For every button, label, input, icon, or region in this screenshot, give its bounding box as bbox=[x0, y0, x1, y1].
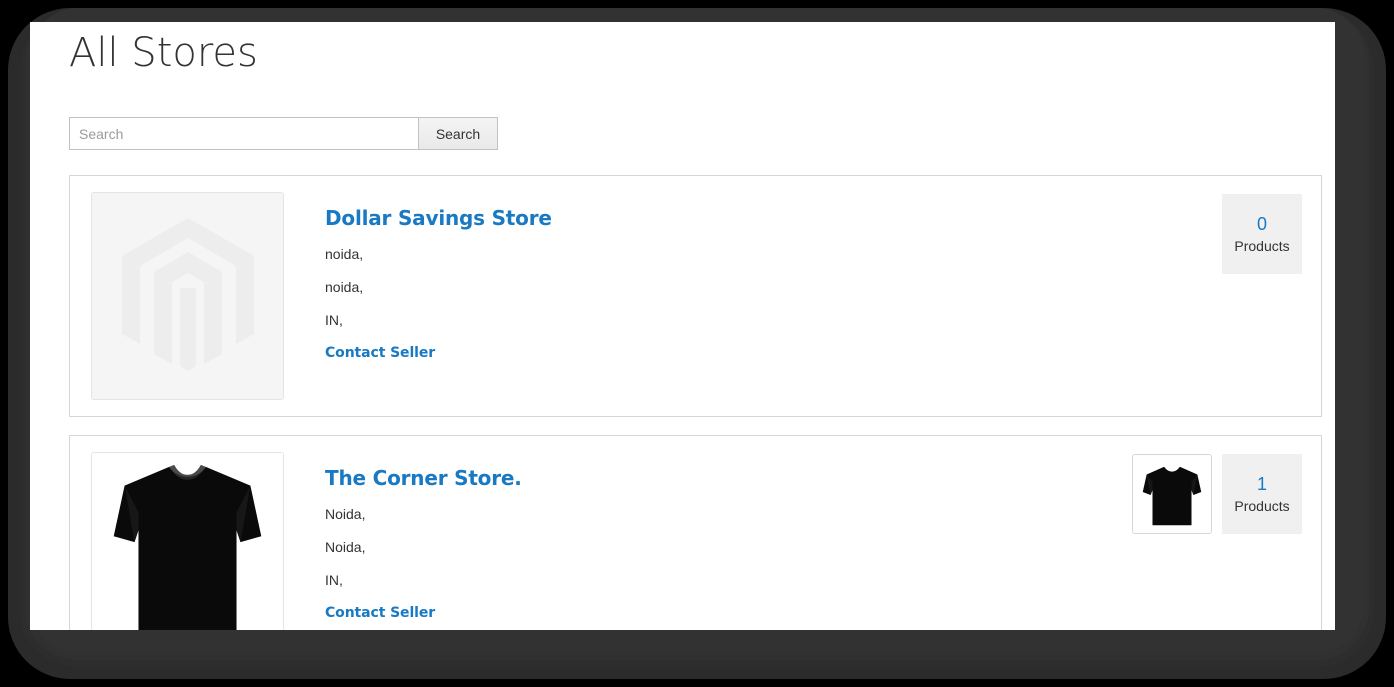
store-name-link[interactable]: Dollar Savings Store bbox=[325, 206, 552, 230]
black-tshirt-icon bbox=[92, 453, 283, 630]
store-summary: 0 Products bbox=[1222, 192, 1321, 274]
store-details: Dollar Savings Store noida, noida, IN, C… bbox=[284, 192, 1222, 362]
browser-viewport: All Stores Search Search Dollar Savings … bbox=[30, 22, 1335, 630]
store-address-line: IN, bbox=[325, 572, 343, 588]
store-logo bbox=[91, 452, 284, 630]
store-search-form: Search bbox=[69, 117, 498, 150]
search-input[interactable] bbox=[69, 117, 418, 150]
store-address-line: noida, bbox=[325, 246, 364, 262]
page-content: All Stores Search Search Dollar Savings … bbox=[30, 22, 1335, 630]
page-title: All Stores bbox=[69, 30, 258, 76]
product-count-label: Products bbox=[1234, 498, 1290, 514]
store-address-line: Noida, bbox=[325, 539, 366, 555]
store-summary: 1 Products bbox=[1132, 452, 1321, 534]
product-count-badge: 0 Products bbox=[1222, 194, 1302, 274]
store-name-link[interactable]: The Corner Store. bbox=[325, 466, 522, 490]
store-address-line: IN, bbox=[325, 312, 343, 328]
product-thumbnail[interactable] bbox=[1132, 454, 1212, 534]
store-address-line: Noida, bbox=[325, 506, 366, 522]
product-count-value: 0 bbox=[1256, 214, 1267, 234]
store-card[interactable]: Dollar Savings Store noida, noida, IN, C… bbox=[69, 175, 1322, 417]
product-count-label: Products bbox=[1234, 238, 1290, 254]
store-list: Dollar Savings Store noida, noida, IN, C… bbox=[30, 175, 1335, 630]
store-logo bbox=[91, 192, 284, 400]
search-button[interactable]: Search bbox=[418, 117, 498, 150]
device-bezel: All Stores Search Search Dollar Savings … bbox=[8, 8, 1386, 679]
product-count-value: 1 bbox=[1256, 474, 1267, 494]
store-card[interactable]: The Corner Store. Noida, Noida, IN, Cont… bbox=[69, 435, 1322, 630]
contact-seller-link[interactable]: Contact Seller bbox=[325, 605, 435, 621]
magento-placeholder-icon bbox=[92, 193, 283, 399]
store-details: The Corner Store. Noida, Noida, IN, Cont… bbox=[284, 452, 1132, 622]
product-count-badge: 1 Products bbox=[1222, 454, 1302, 534]
store-address-line: noida, bbox=[325, 279, 364, 295]
contact-seller-link[interactable]: Contact Seller bbox=[325, 345, 435, 361]
